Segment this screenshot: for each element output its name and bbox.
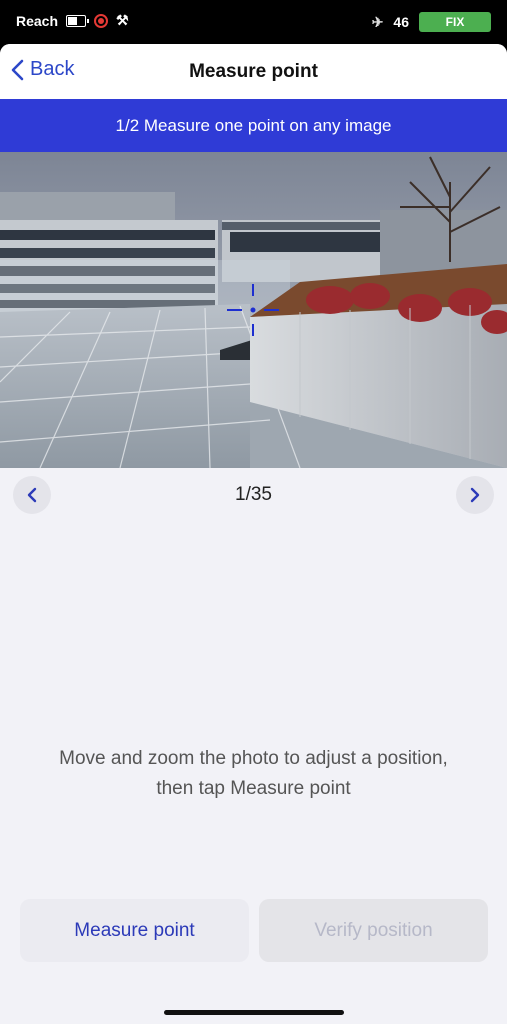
record-icon: [94, 13, 109, 28]
image-pager: 1/35: [0, 468, 507, 520]
page-title: Measure point: [189, 61, 318, 82]
image-counter: 1/35: [235, 484, 272, 505]
carrier-label: Reach: [16, 12, 59, 29]
satellite-icon: ✈: [371, 13, 384, 30]
satellite-count: 46: [393, 14, 409, 30]
measure-sheet: Back Measure point 1/2 Measure one point…: [0, 44, 507, 1024]
photo-viewer[interactable]: [0, 152, 507, 468]
status-right: ✈ 46 FIX: [372, 12, 491, 32]
next-image-button[interactable]: [456, 476, 494, 514]
instruction-text: Move and zoom the photo to adjust a posi…: [59, 748, 448, 799]
status-bar: Reach ⚒ ✈ 46 FIX: [0, 0, 507, 44]
battery-icon: [66, 14, 90, 27]
verify-position-button[interactable]: Verify position: [259, 899, 488, 962]
home-indicator: [164, 1010, 344, 1015]
tools-icon: ⚒: [116, 12, 129, 28]
nav-bar: Back Measure point: [0, 44, 507, 99]
status-left: Reach ⚒: [16, 12, 129, 29]
measure-point-button[interactable]: Measure point: [20, 899, 249, 962]
step-banner: 1/2 Measure one point on any image: [0, 99, 507, 152]
fix-status-badge: FIX: [419, 12, 491, 32]
chevron-right-icon: [470, 487, 480, 503]
rooftop-photo: [0, 152, 507, 468]
